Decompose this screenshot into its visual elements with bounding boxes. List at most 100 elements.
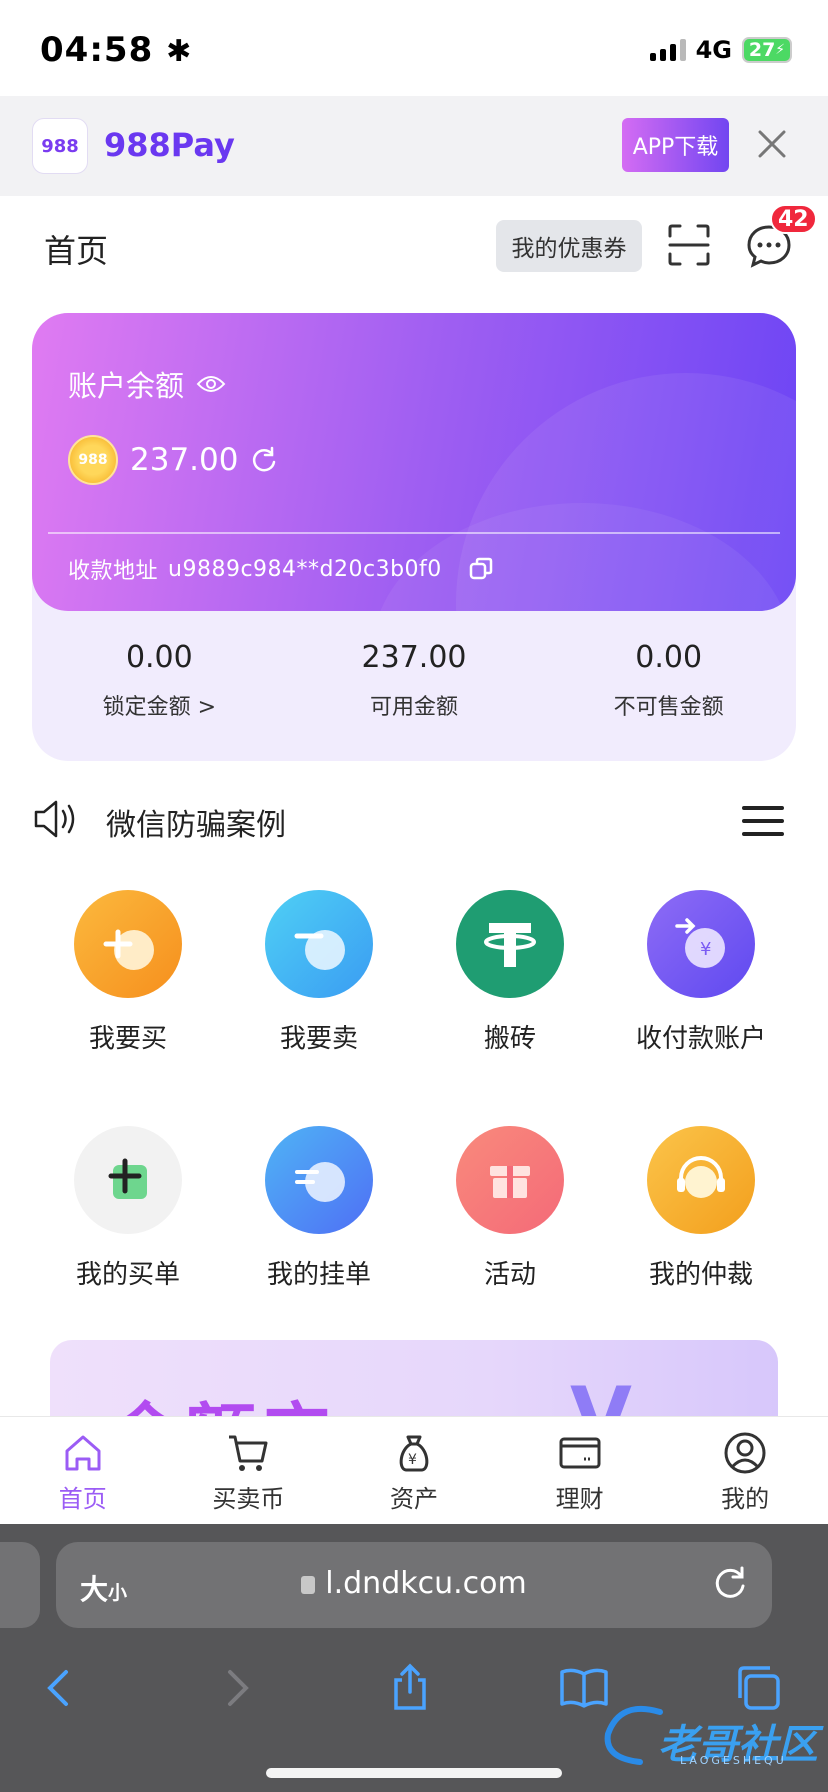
app-name: 988Pay (104, 126, 235, 164)
receive-address-row: 收款地址 u9889c984**d20c3b0f0 (68, 553, 494, 585)
menu-icon[interactable] (742, 804, 784, 838)
stat-available: 237.00 可用金额 (287, 640, 542, 730)
headset-icon (647, 1126, 755, 1234)
profile-icon (724, 1432, 766, 1474)
stat-label: 可用金额 (370, 695, 459, 720)
balance-amount: 237.00 (130, 442, 239, 478)
tab-profile[interactable]: 我的 (662, 1417, 828, 1524)
coin-icon: 988 (68, 435, 118, 485)
minus-circle-icon (265, 890, 373, 998)
app-download-button[interactable]: APP下载 (622, 118, 729, 172)
app-logo: 988 (32, 118, 88, 174)
payment-accounts-button[interactable]: ¥ 收付款账户 (611, 890, 791, 1055)
feature-label: 我的挂单 (266, 1260, 371, 1290)
signal-icon (649, 39, 686, 61)
url-display[interactable]: l.dndkcu.com (56, 1566, 772, 1601)
my-buy-orders-button[interactable]: 我的买单 (38, 1126, 218, 1291)
status-bar: 04:58 ✱ 4G 27 ⚡ (0, 0, 828, 96)
svg-text:¥: ¥ (408, 1452, 417, 1468)
stat-value: 0.00 (635, 640, 703, 675)
speaker-icon (34, 800, 75, 838)
message-count-badge: 42 (770, 204, 817, 234)
balance-label: 账户余额 (68, 369, 185, 403)
promo-banner[interactable]: 余额宝 V (50, 1340, 778, 1416)
cart-icon (229, 1435, 268, 1471)
bottom-tab-bar: 首页 买卖币 ¥ 资产 理财 我的 (0, 1416, 828, 1524)
balance-card: 账户余额 988 237.00 收款地址 u9889c984**d20c3b0f… (32, 313, 796, 611)
notice-text: 微信防骗案例 (106, 808, 286, 843)
status-indicators: 4G 27 ⚡ (649, 36, 792, 64)
page-title: 首页 (44, 232, 109, 270)
my-listings-button[interactable]: 我的挂单 (229, 1126, 409, 1291)
refresh-icon[interactable] (250, 446, 278, 474)
stat-label: 锁定金额 > (102, 695, 217, 720)
order-list-icon (265, 1126, 373, 1234)
feature-label: 我的买单 (75, 1260, 180, 1290)
back-icon[interactable] (34, 1662, 86, 1714)
balance-label-row: 账户余额 (68, 363, 226, 405)
reload-icon[interactable] (710, 1564, 750, 1604)
promo-letter: V (570, 1370, 632, 1416)
balance-amount-row: 988 237.00 (68, 435, 278, 485)
notice-bar[interactable]: 微信防骗案例 (32, 790, 796, 850)
home-icon (65, 1435, 101, 1471)
tab-trade[interactable]: 买卖币 (166, 1417, 332, 1524)
sell-button[interactable]: 我要卖 (229, 890, 409, 1055)
browser-toolbar: 大小 l.dndkcu.com 老哥社区 LAOGESHEQU (0, 1524, 828, 1792)
address-bar[interactable]: 大小 l.dndkcu.com (56, 1542, 772, 1628)
plus-circle-icon (74, 890, 182, 998)
share-icon[interactable] (384, 1662, 436, 1714)
scan-icon[interactable] (668, 224, 710, 266)
tab-finance[interactable]: 理财 (497, 1417, 663, 1524)
arbitrage-button[interactable]: 搬砖 (420, 890, 600, 1055)
activity-button[interactable]: 活动 (420, 1126, 600, 1291)
tab-label: 我的 (721, 1485, 770, 1513)
copy-icon[interactable] (468, 556, 494, 582)
money-bag-icon: ¥ (399, 1435, 429, 1472)
my-arbitration-button[interactable]: 我的仲裁 (611, 1126, 791, 1291)
eye-icon[interactable] (196, 373, 226, 395)
feature-label: 我的仲裁 (648, 1260, 753, 1290)
stat-locked[interactable]: 0.00 锁定金额 > (32, 640, 287, 730)
close-icon[interactable] (752, 124, 792, 164)
stat-label: 不可售金额 (613, 695, 724, 720)
battery-icon: 27 ⚡ (742, 37, 792, 63)
gift-icon (456, 1126, 564, 1234)
home-indicator[interactable] (266, 1768, 562, 1778)
tab-home[interactable]: 首页 (0, 1417, 166, 1524)
card-icon (559, 1437, 601, 1469)
feature-label: 搬砖 (483, 1024, 536, 1054)
network-label: 4G (695, 36, 732, 64)
feature-label: 我要买 (88, 1024, 167, 1054)
tab-label: 理财 (555, 1485, 604, 1513)
watermark-subtext: LAOGESHEQU (680, 1754, 787, 1767)
status-time: 04:58 ✱ (40, 30, 193, 70)
tether-icon (456, 890, 564, 998)
address-label: 收款地址 (68, 559, 159, 584)
promo-text: 余额宝 (110, 1380, 338, 1416)
watermark-logo: 老哥社区 LAOGESHEQU (600, 1700, 820, 1770)
stat-value: 0.00 (125, 640, 193, 675)
my-coupons-button[interactable]: 我的优惠券 (496, 220, 642, 272)
app-download-banner: 988 988Pay APP下载 (0, 96, 828, 196)
forward-icon[interactable] (210, 1662, 262, 1714)
balance-stats: 0.00 锁定金额 > 237.00 可用金额 0.00 不可售金额 (32, 640, 796, 730)
page-header: 首页 我的优惠券 42 (0, 196, 828, 296)
feature-label: 活动 (483, 1260, 536, 1290)
feature-label: 收付款账户 (635, 1024, 766, 1054)
address-value: u9889c984**d20c3b0f0 (168, 556, 442, 582)
tab-label: 买卖币 (212, 1485, 285, 1513)
tab-assets[interactable]: ¥ 资产 (331, 1417, 497, 1524)
feature-label: 我要卖 (279, 1024, 358, 1054)
tab-label: 首页 (58, 1485, 107, 1513)
buy-button[interactable]: 我要买 (38, 890, 218, 1055)
add-order-icon (74, 1126, 182, 1234)
svg-text:¥: ¥ (700, 939, 711, 960)
stat-unsellable: 0.00 不可售金额 (541, 640, 796, 730)
previous-tab[interactable] (0, 1542, 40, 1628)
divider (48, 532, 780, 534)
yuan-transfer-icon: ¥ (647, 890, 755, 998)
stat-value: 237.00 (361, 640, 467, 675)
tab-label: 资产 (389, 1485, 438, 1513)
lock-icon (301, 1575, 316, 1594)
